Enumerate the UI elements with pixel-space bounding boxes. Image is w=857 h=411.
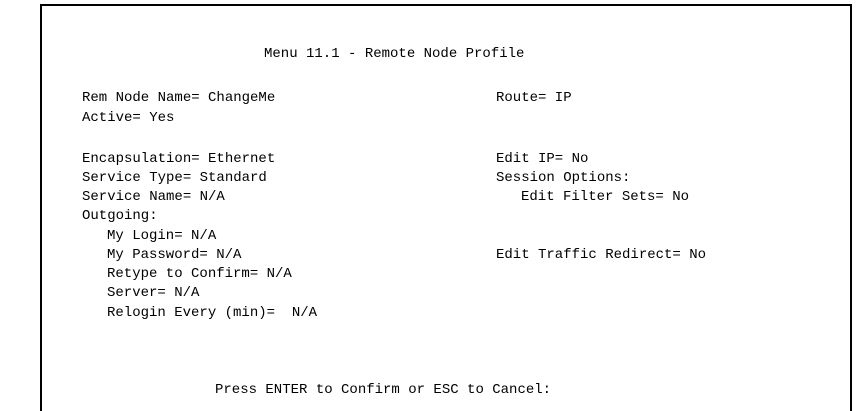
encapsulation-field[interactable]: Encapsulation= Ethernet	[82, 151, 275, 167]
my-login-field[interactable]: My Login= N/A	[107, 228, 216, 244]
my-password-field[interactable]: My Password= N/A	[107, 247, 241, 263]
session-options-label: Session Options:	[496, 170, 631, 186]
server-field[interactable]: Server= N/A	[107, 285, 199, 301]
service-name-field[interactable]: Service Name= N/A	[82, 189, 225, 205]
edit-ip-field[interactable]: Edit IP= No	[496, 151, 588, 167]
edit-traffic-redirect-field[interactable]: Edit Traffic Redirect= No	[496, 247, 706, 263]
route-field[interactable]: Route= IP	[496, 90, 572, 106]
rem-node-name-field[interactable]: Rem Node Name= ChangeMe	[82, 90, 275, 106]
retype-to-confirm-field[interactable]: Retype to Confirm= N/A	[107, 266, 292, 282]
service-type-field[interactable]: Service Type= Standard	[82, 170, 267, 186]
active-field[interactable]: Active= Yes	[82, 110, 174, 126]
terminal-screen: Menu 11.1 - Remote Node Profile Rem Node…	[40, 4, 852, 411]
confirm-prompt: Press ENTER to Confirm or ESC to Cancel:	[215, 382, 552, 398]
relogin-every-field[interactable]: Relogin Every (min)= N/A	[107, 305, 317, 321]
edit-filter-sets-field[interactable]: Edit Filter Sets= No	[521, 189, 689, 205]
menu-title: Menu 11.1 - Remote Node Profile	[264, 46, 525, 62]
outgoing-label: Outgoing:	[82, 208, 158, 224]
